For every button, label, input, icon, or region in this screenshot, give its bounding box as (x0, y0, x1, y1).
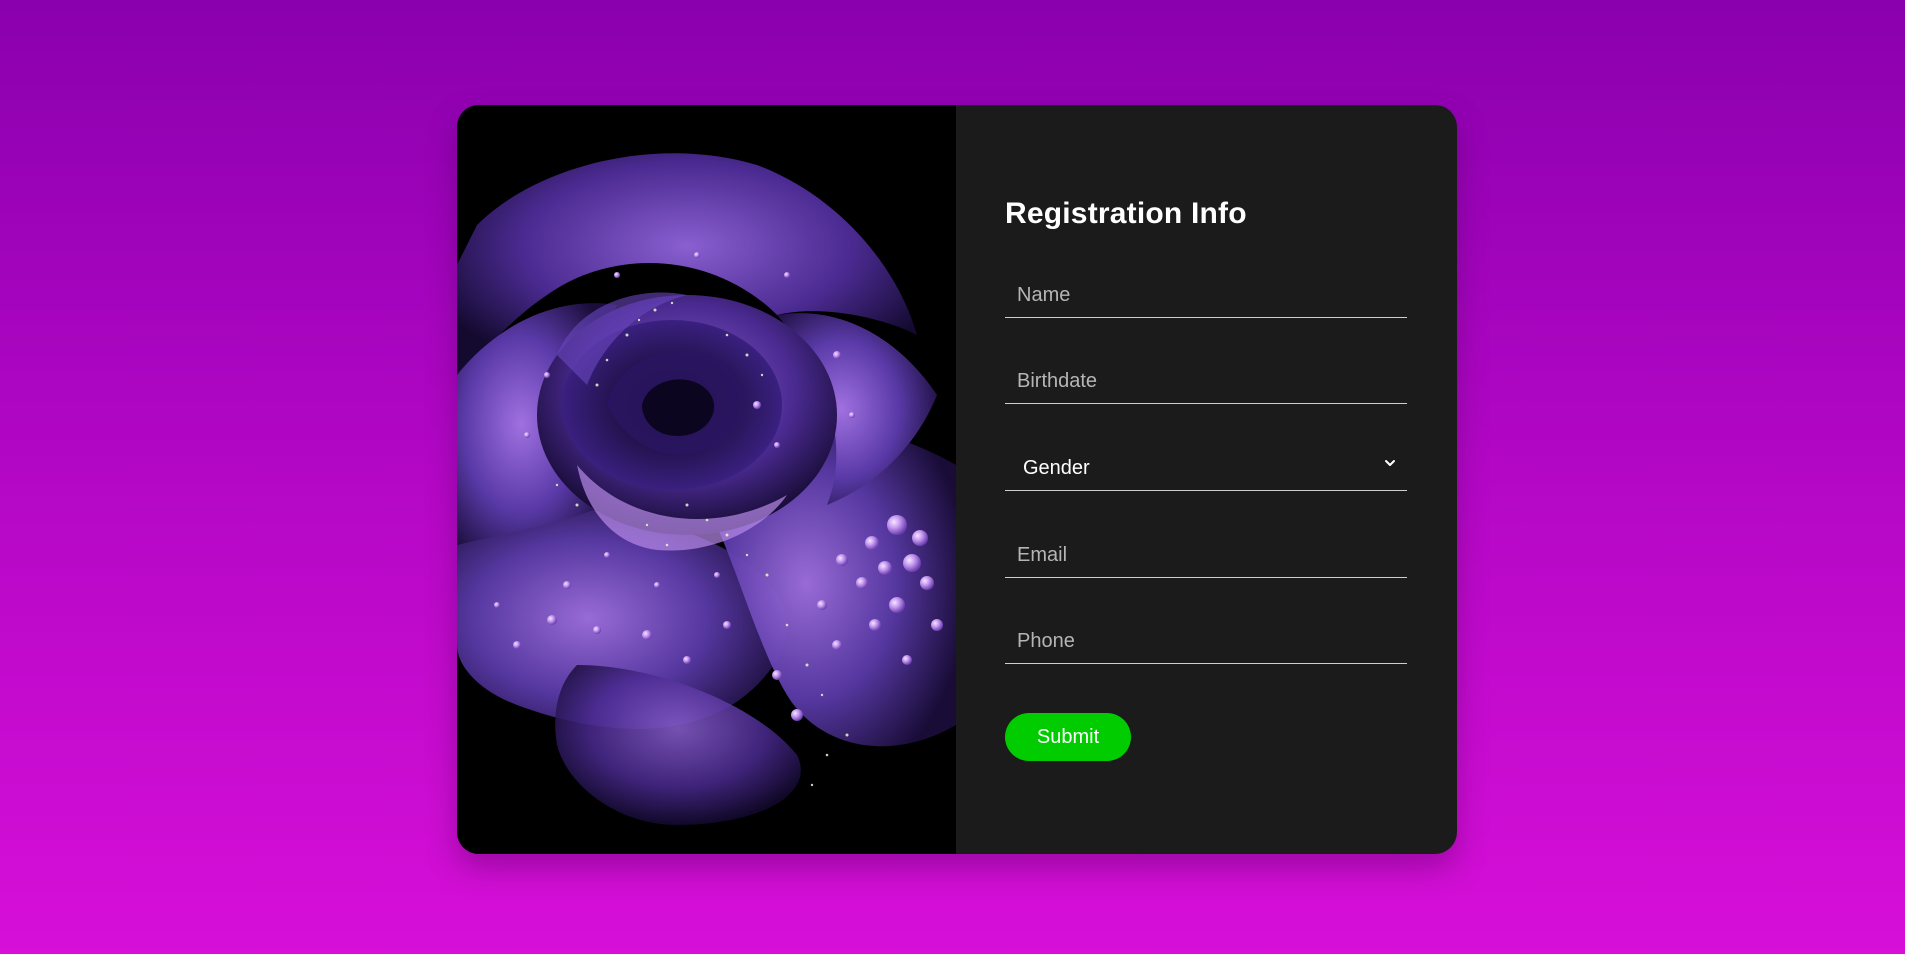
phone-input[interactable] (1005, 619, 1407, 663)
rose-image (457, 105, 956, 854)
birthdate-input[interactable] (1005, 359, 1407, 403)
rose-illustration (457, 105, 956, 854)
birthdate-field-wrapper (1005, 359, 1407, 404)
chevron-down-icon (1385, 460, 1395, 466)
registration-card: Registration Info Gender Submit (457, 105, 1457, 854)
name-input[interactable] (1005, 273, 1407, 317)
email-field-wrapper (1005, 533, 1407, 578)
phone-field-wrapper (1005, 619, 1407, 664)
gender-select[interactable]: Gender (1005, 446, 1407, 491)
registration-form: Registration Info Gender Submit (956, 105, 1457, 854)
name-field-wrapper (1005, 273, 1407, 318)
form-title: Registration Info (1005, 197, 1247, 230)
gender-select-value: Gender (1023, 457, 1090, 479)
submit-button[interactable]: Submit (1005, 713, 1131, 761)
email-input[interactable] (1005, 533, 1407, 577)
